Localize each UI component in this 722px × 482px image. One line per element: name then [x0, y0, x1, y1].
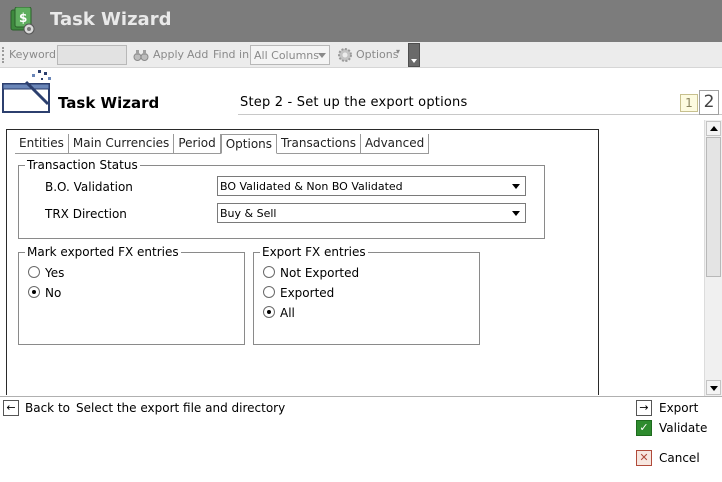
export-exported-label[interactable]: Exported [280, 286, 334, 300]
title-bar: $ Task Wizard [0, 0, 722, 42]
export-all-radio[interactable] [263, 306, 275, 318]
options-button[interactable]: Options [356, 48, 398, 61]
chevron-down-icon [318, 53, 326, 58]
trx-direction-value: Buy & Sell [220, 207, 277, 220]
tab-options[interactable]: Options [220, 134, 278, 154]
validate-button[interactable]: Validate [659, 421, 707, 435]
tab-entities[interactable]: Entities [15, 134, 69, 153]
tab-advanced[interactable]: Advanced [361, 134, 430, 153]
export-all-label[interactable]: All [280, 306, 295, 320]
toolbar-grip[interactable] [2, 47, 4, 63]
window-title: Task Wizard [50, 9, 172, 30]
export-fx-legend: Export FX entries [262, 245, 366, 259]
toolbar: Keyword Apply Add Find in All Columns Op… [0, 42, 722, 68]
mark-exported-no-radio[interactable] [28, 286, 40, 298]
apply-button[interactable]: Apply [153, 48, 184, 61]
bottom-divider [0, 396, 722, 397]
tab-period[interactable]: Period [174, 134, 221, 153]
wizard-header: Task Wizard Step 2 - Set up the export o… [0, 68, 722, 118]
export-arrow-icon[interactable]: → [636, 400, 652, 416]
vertical-scrollbar[interactable] [704, 120, 722, 396]
scroll-thumb[interactable] [706, 137, 721, 277]
export-not-exported-label[interactable]: Not Exported [280, 266, 359, 280]
find-in-label: Find in [213, 48, 250, 61]
validate-check-icon[interactable]: ✓ [636, 420, 652, 436]
add-button[interactable]: Add [187, 48, 208, 61]
scroll-up-button[interactable] [706, 121, 721, 136]
export-button[interactable]: Export [659, 401, 698, 415]
wizard-title: Task Wizard [58, 94, 160, 112]
bo-validation-select[interactable]: BO Validated & Non BO Validated [217, 176, 526, 196]
transaction-status-group: Transaction Status [18, 158, 545, 239]
transaction-status-legend: Transaction Status [27, 158, 138, 172]
scroll-down-button[interactable] [706, 380, 721, 395]
svg-text:$: $ [19, 11, 27, 25]
step-title: Step 2 - Set up the export options [240, 95, 468, 110]
back-arrow-icon[interactable]: ← [3, 400, 19, 416]
app-icon: $ [10, 7, 35, 35]
bo-validation-value: BO Validated & Non BO Validated [220, 180, 403, 193]
trx-direction-select[interactable]: Buy & Sell [217, 203, 526, 223]
mark-exported-yes-radio[interactable] [28, 266, 40, 278]
cancel-x-icon[interactable]: ✕ [636, 450, 652, 466]
chevron-down-icon [512, 184, 520, 189]
mark-exported-legend: Mark exported FX entries [27, 245, 179, 259]
binoculars-icon[interactable] [133, 47, 149, 63]
find-in-select[interactable]: All Columns [250, 45, 330, 65]
step-2-indicator[interactable]: 2 [699, 90, 719, 115]
export-exported-radio[interactable] [263, 286, 275, 298]
back-description: Select the export file and directory [76, 401, 286, 415]
options-dropdown-icon[interactable]: ▾ [396, 47, 400, 56]
bo-validation-label: B.O. Validation [45, 180, 133, 194]
chevron-down-icon [512, 211, 520, 216]
mark-exported-yes-label[interactable]: Yes [45, 266, 64, 280]
options-panel: Entities Main Currencies Period Options … [6, 129, 599, 395]
keyword-input[interactable] [57, 45, 127, 65]
tab-transactions[interactable]: Transactions [277, 134, 361, 153]
wizard-logo-icon [2, 70, 51, 113]
back-button[interactable]: Back to [25, 401, 70, 415]
header-divider [238, 114, 722, 115]
cancel-button[interactable]: Cancel [659, 451, 700, 465]
mark-exported-no-label[interactable]: No [45, 286, 61, 300]
trx-direction-label: TRX Direction [45, 207, 127, 221]
toolbar-overflow-button[interactable] [408, 43, 420, 67]
export-not-exported-radio[interactable] [263, 266, 275, 278]
keyword-label: Keyword [9, 48, 56, 61]
step-1-indicator[interactable]: 1 [680, 94, 698, 112]
tab-main-currencies[interactable]: Main Currencies [69, 134, 175, 153]
tab-bar: Entities Main Currencies Period Options … [15, 134, 430, 154]
gear-icon[interactable] [337, 47, 353, 63]
find-in-value: All Columns [254, 49, 319, 62]
